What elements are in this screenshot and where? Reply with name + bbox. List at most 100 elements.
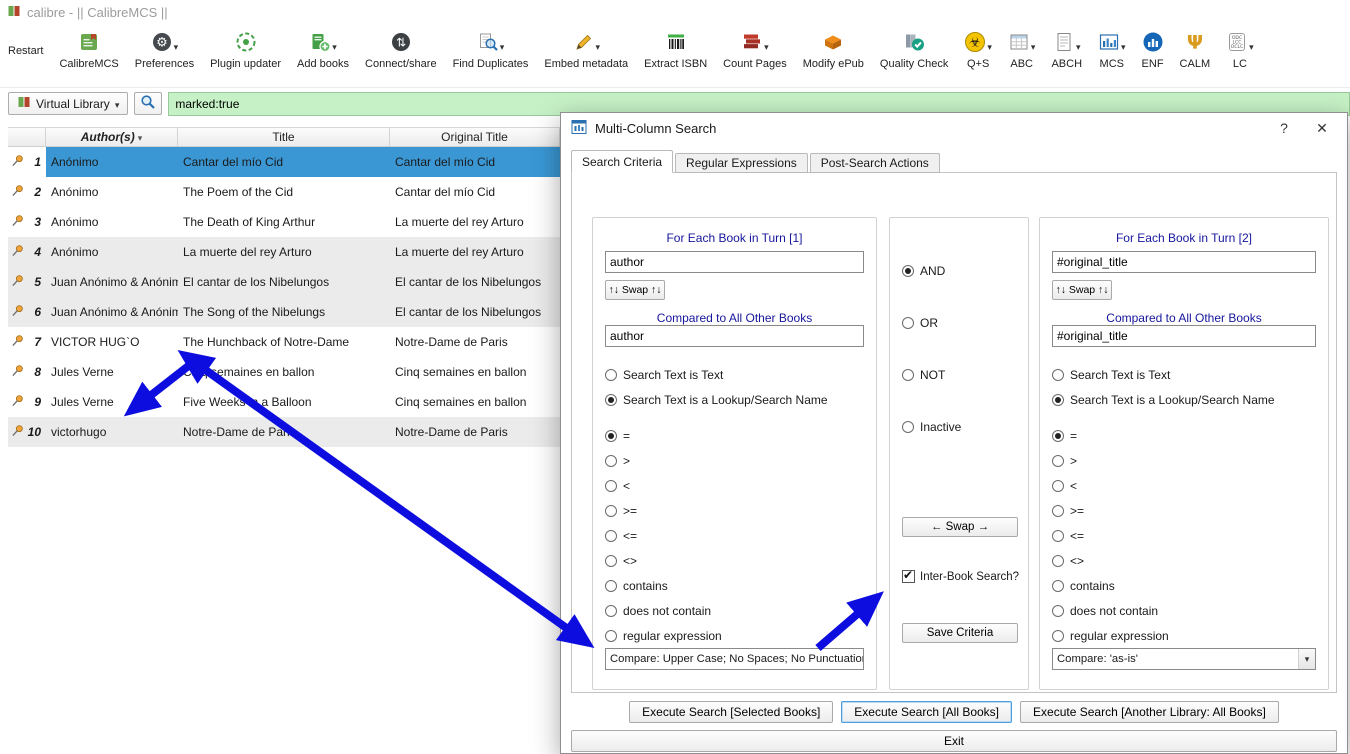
toolbar-button-count-pages[interactable]: Count Pages	[721, 28, 789, 71]
biohazard-icon: ☣	[964, 31, 986, 53]
radio-option[interactable]: =	[605, 423, 868, 448]
panel2-compare-field[interactable]	[1052, 325, 1316, 347]
tab[interactable]: Regular Expressions	[675, 153, 808, 173]
table-row[interactable]: 1 Anónimo Cantar del mío Cid Cantar del …	[8, 147, 560, 177]
radio-option[interactable]: <=	[1052, 523, 1320, 548]
toolbar-button-find-duplicates[interactable]: Find Duplicates	[451, 28, 531, 71]
dropdown-caret-icon[interactable]	[596, 39, 601, 53]
radio-option[interactable]: OR	[902, 310, 1020, 335]
radio-option[interactable]: >=	[605, 498, 868, 523]
panel1-compare-field[interactable]	[605, 325, 864, 347]
radio-option[interactable]: <	[605, 473, 868, 498]
toolbar-button-lc[interactable]: ODCLCCOCLC LC	[1224, 28, 1256, 71]
execute-search-other-library-button[interactable]: Execute Search [Another Library: All Boo…	[1020, 701, 1279, 723]
toolbar-button-enf[interactable]: ENF	[1140, 28, 1166, 71]
radio-option[interactable]: does not contain	[605, 598, 868, 623]
table-row[interactable]: 2 Anónimo The Poem of the Cid Cantar del…	[8, 177, 560, 207]
toolbar-button-restart[interactable]: Restart	[6, 28, 45, 58]
checkbox-label: Inter-Book Search?	[920, 570, 1020, 583]
swap-panels-button[interactable]: ← Swap →	[902, 517, 1018, 537]
radio-option[interactable]: AND	[902, 258, 1020, 283]
radio-option[interactable]: Search Text is a Lookup/Search Name	[605, 387, 868, 412]
radio-option[interactable]: <>	[1052, 548, 1320, 573]
panel2-search-field[interactable]	[1052, 251, 1316, 273]
table-row[interactable]: 5 Juan Anónimo & Anónim… El cantar de lo…	[8, 267, 560, 297]
radio-option[interactable]: contains	[605, 573, 868, 598]
dropdown-caret-icon[interactable]	[764, 39, 769, 53]
tab[interactable]: Search Criteria	[571, 150, 674, 173]
toolbar-button-add-books[interactable]: Add books	[295, 28, 351, 71]
radio-option[interactable]: >	[1052, 448, 1320, 473]
help-button[interactable]: ?	[1269, 120, 1299, 136]
dropdown-caret-icon[interactable]	[1249, 39, 1254, 53]
table-row[interactable]: 9 Jules Verne Five Weeks in a Balloon Ci…	[8, 387, 560, 417]
pin-column-header[interactable]	[8, 128, 46, 146]
dropdown-caret-icon[interactable]	[332, 39, 337, 53]
toolbar-button-abch[interactable]: ABCH	[1049, 28, 1084, 71]
table-row[interactable]: 6 Juan Anónimo & Anónim… The Song of the…	[8, 297, 560, 327]
save-criteria-button[interactable]: Save Criteria	[902, 623, 1018, 643]
toolbar-button-embed-metadata[interactable]: Embed metadata	[542, 28, 630, 71]
radio-option[interactable]: regular expression	[605, 623, 868, 648]
toolbar-button-preferences[interactable]: ⚙ Preferences	[133, 28, 196, 71]
dropdown-caret-icon[interactable]	[987, 39, 992, 53]
column-header-original-title[interactable]: Original Title	[390, 128, 560, 146]
close-icon[interactable]: ✕	[1307, 120, 1337, 137]
radio-option[interactable]: does not contain	[1052, 598, 1320, 623]
panel1-search-field[interactable]	[605, 251, 864, 273]
radio-option[interactable]: <	[1052, 473, 1320, 498]
panel1-swap-button[interactable]: ↑↓ Swap ↑↓	[605, 280, 665, 300]
toolbar-button-quality-check[interactable]: Quality Check	[878, 28, 950, 71]
dropdown-caret-icon[interactable]	[1031, 39, 1036, 53]
toolbar-button-plugin-updater[interactable]: Plugin updater	[208, 28, 283, 71]
search-options-button[interactable]	[134, 92, 163, 115]
radio-option[interactable]: <>	[605, 548, 868, 573]
radio-option[interactable]: =	[1052, 423, 1320, 448]
pin-icon	[11, 154, 24, 170]
toolbar-button-extract-isbn[interactable]: Extract ISBN	[642, 28, 709, 71]
dropdown-caret-icon[interactable]	[1121, 39, 1126, 53]
tab[interactable]: Post-Search Actions	[809, 153, 940, 173]
column-header-authors[interactable]: Author(s)	[46, 128, 178, 146]
radio-option[interactable]: >	[605, 448, 868, 473]
toolbar-button-connect-share[interactable]: ⇅ Connect/share	[363, 28, 439, 71]
column-header-title[interactable]: Title	[178, 128, 390, 146]
panel1-compare-mode-dropdown[interactable]: Compare: Upper Case; No Spaces; No Punct…	[605, 648, 864, 670]
table-row[interactable]: 4 Anónimo La muerte del rey Arturo La mu…	[8, 237, 560, 267]
radio-option[interactable]: Inactive	[902, 414, 1020, 439]
toolbar-button-calm[interactable]: Ψ CALM	[1178, 28, 1213, 71]
panel2-compare-mode-dropdown[interactable]: Compare: 'as-is'	[1052, 648, 1316, 670]
toolbar-button-calibremcs[interactable]: CalibreMCS	[57, 28, 120, 71]
toolbar-button-modify-epub[interactable]: Modify ePub	[801, 28, 866, 71]
extract-isbn-icon	[665, 31, 687, 53]
radio-icon	[1052, 554, 1064, 567]
radio-option[interactable]: <=	[605, 523, 868, 548]
table-row[interactable]: 7 VICTOR HUG`O The Hunchback of Notre-Da…	[8, 327, 560, 357]
radio-option[interactable]: regular expression	[1052, 623, 1320, 648]
toolbar-button-abc[interactable]: ABC	[1006, 28, 1038, 71]
dropdown-caret-icon[interactable]	[500, 39, 505, 53]
cell-author: victorhugo	[51, 425, 107, 439]
toolbar-button-mcs[interactable]: MCS	[1096, 28, 1128, 71]
toolbar-button-qs[interactable]: ☣ Q+S	[962, 28, 994, 71]
exit-button[interactable]: Exit	[571, 730, 1337, 752]
table-row[interactable]: 3 Anónimo The Death of King Arthur La mu…	[8, 207, 560, 237]
table-row[interactable]: 8 Jules Verne Cinq semaines en ballon Ci…	[8, 357, 560, 387]
radio-icon	[605, 604, 617, 617]
radio-option[interactable]: contains	[1052, 573, 1320, 598]
radio-option[interactable]: NOT	[902, 362, 1020, 387]
radio-option[interactable]: Search Text is Text	[605, 362, 868, 387]
inter-book-search-checkbox-row[interactable]: Inter-Book Search?	[902, 568, 1020, 583]
radio-option[interactable]: >=	[1052, 498, 1320, 523]
dropdown-caret-icon[interactable]	[1076, 39, 1081, 53]
execute-search-selected-button[interactable]: Execute Search [Selected Books]	[629, 701, 834, 723]
radio-option[interactable]: Search Text is Text	[1052, 362, 1320, 387]
table-row[interactable]: 10 victorhugo Notre-Dame de Paris Notre-…	[8, 417, 560, 447]
radio-icon	[605, 454, 617, 467]
execute-search-all-button[interactable]: Execute Search [All Books]	[841, 701, 1013, 723]
radio-option[interactable]: Search Text is a Lookup/Search Name	[1052, 387, 1320, 412]
panel2-swap-button[interactable]: ↑↓ Swap ↑↓	[1052, 280, 1112, 300]
virtual-library-button[interactable]: Virtual Library	[8, 92, 129, 115]
cell-original-title: La muerte del rey Arturo	[395, 245, 524, 259]
dropdown-caret-icon[interactable]	[174, 39, 179, 53]
